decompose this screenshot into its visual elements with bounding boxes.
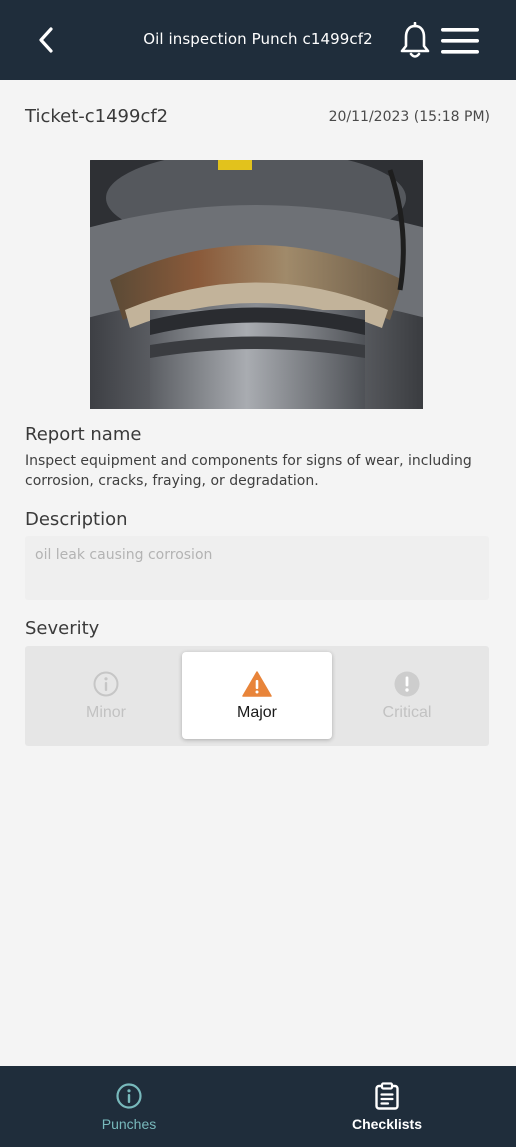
info-circle-icon — [93, 671, 119, 697]
severity-option-major[interactable]: Major — [182, 652, 332, 739]
severity-option-label: Minor — [85, 704, 126, 721]
top-app-bar: Oil inspection Punch c1499cf2 — [0, 0, 516, 80]
nav-label: Checklists — [351, 1116, 423, 1132]
report-name-text: Inspect equipment and components for sig… — [25, 453, 472, 489]
exclamation-circle-icon — [394, 671, 420, 697]
nav-label: Punches — [101, 1116, 157, 1132]
severity-option-label: Major — [236, 704, 277, 721]
ticket-info-row: Ticket-c1499cf2 20/11/2023 (15:18 PM) — [25, 106, 490, 130]
info-circle-icon — [116, 1083, 142, 1109]
menu-button[interactable] — [440, 26, 480, 56]
severity-option-critical[interactable]: Critical — [332, 652, 482, 739]
description-field[interactable]: oil leak causing corrosion — [25, 536, 489, 600]
inspection-photo-image — [90, 160, 423, 409]
bottom-navigation: Punches Checklists — [0, 1066, 516, 1147]
severity-option-label: Critical — [382, 704, 432, 721]
nav-item-punches[interactable]: Punches — [0, 1066, 258, 1147]
severity-label: Severity — [25, 618, 100, 639]
inspection-photo[interactable] — [90, 160, 423, 409]
ticket-date: 20/11/2023 (15:18 PM) — [328, 109, 490, 125]
bell-icon — [400, 21, 430, 58]
ticket-id: Ticket-c1499cf2 — [25, 106, 169, 127]
hamburger-menu-icon — [441, 28, 479, 54]
report-name-label: Report name — [25, 424, 142, 445]
severity-selector: Minor Major Critical — [25, 646, 489, 746]
nav-item-checklists[interactable]: Checklists — [258, 1066, 516, 1147]
clipboard-icon — [375, 1082, 399, 1110]
notifications-button[interactable] — [398, 21, 432, 60]
severity-option-minor[interactable]: Minor — [31, 652, 181, 739]
description-label: Description — [25, 509, 128, 530]
page-title: Oil inspection Punch c1499cf2 — [143, 30, 373, 48]
warning-triangle-icon — [242, 671, 272, 697]
